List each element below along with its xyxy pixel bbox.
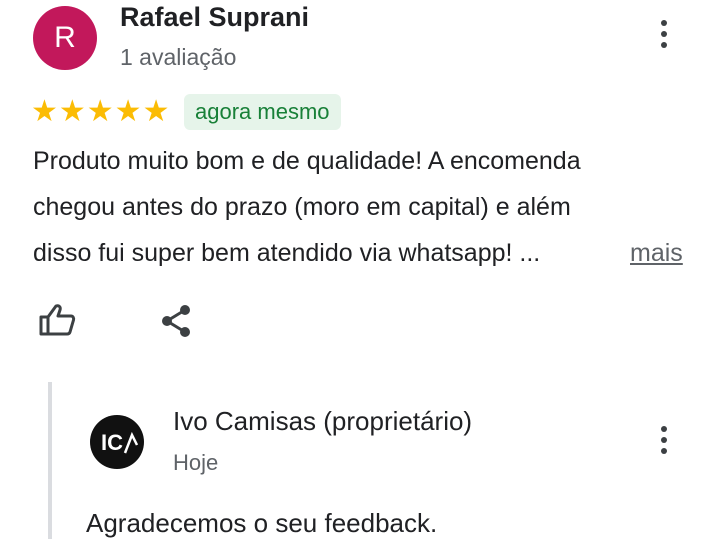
owner-logo-icon: IC [91,416,143,468]
review-count: 1 avaliação [120,44,237,70]
reply-date: Hoje [173,450,219,475]
reply-text: Agradecemos o seu feedback. [86,508,438,538]
reviewer-avatar[interactable]: R [33,6,97,70]
review-menu-icon[interactable] [649,14,679,54]
reviewer-name[interactable]: Rafael Suprani [120,2,309,33]
thumb-up-icon[interactable] [38,303,76,342]
star-rating: ★★★★★ [31,95,171,128]
reply-menu-icon[interactable] [649,420,679,460]
more-link[interactable]: mais [630,230,683,276]
reply-divider [48,382,52,539]
owner-logo[interactable]: IC [90,415,144,469]
owner-name: Ivo Camisas (proprietário) [173,406,473,436]
time-badge: agora mesmo [184,94,341,130]
review-text-line: chegou antes do prazo (moro em capital) … [33,193,571,221]
review-text-line: disso fui super bem atendido via whatsap… [33,239,541,267]
review-text-line: Produto muito bom e de qualidade! A enco… [33,147,581,175]
share-icon[interactable] [160,304,192,343]
review-text: Produto muito bom e de qualidade! A enco… [33,138,693,276]
logo-text: IC [101,430,123,455]
avatar-letter: R [54,21,76,54]
